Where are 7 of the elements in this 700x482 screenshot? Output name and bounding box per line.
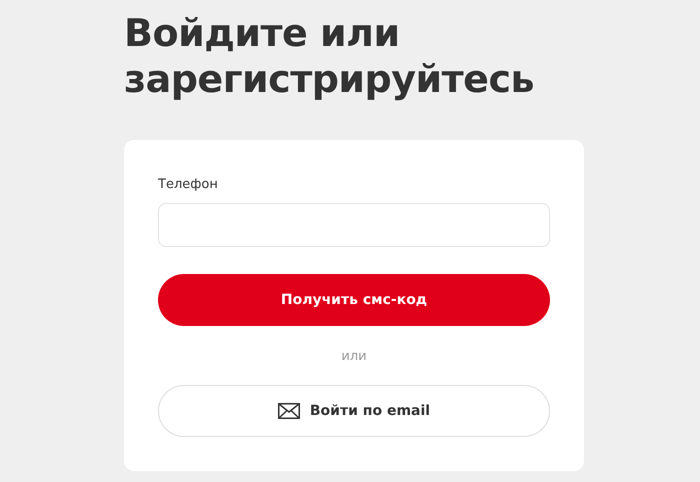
- envelope-icon: [278, 403, 300, 419]
- phone-field[interactable]: [158, 203, 550, 247]
- page-heading: Войдите или зарегистрируйтесь: [124, 10, 536, 102]
- email-login-button[interactable]: Войти по email: [158, 385, 550, 437]
- separator-text: или: [341, 348, 367, 366]
- get-sms-code-button[interactable]: Получить смс-код: [158, 274, 550, 326]
- phone-label: Телефон: [158, 176, 219, 194]
